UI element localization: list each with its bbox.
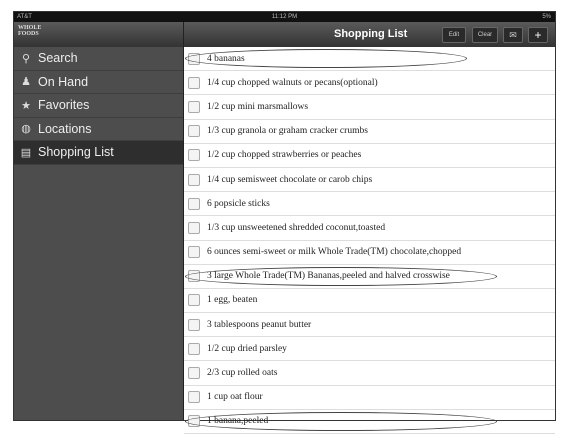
list-item[interactable]: 1/3 cup granola or graham cracker crumbs — [184, 120, 555, 144]
item-text: 1/3 cup granola or graham cracker crumbs — [207, 126, 368, 137]
item-text: 2/3 cup rolled oats — [207, 368, 278, 379]
checkbox[interactable] — [188, 173, 200, 186]
on-hand-icon: ♟ — [21, 76, 31, 89]
item-text: 1/4 cup chopped walnuts or pecans(option… — [207, 77, 378, 88]
sidebar-item-label: Locations — [38, 121, 92, 136]
list-item[interactable]: 1/3 cup unsweetened shredded coconut,toa… — [184, 216, 555, 241]
item-text: 3 tablespoons peanut butter — [207, 319, 312, 330]
main-panel: Shopping List Edit Clear ✉ + 4 bananas 1/… — [184, 22, 555, 434]
checkbox[interactable] — [188, 100, 200, 113]
highlight-circle — [185, 49, 467, 68]
nav-bar: Shopping List Edit Clear ✉ + — [184, 22, 555, 47]
clear-button[interactable]: Clear — [472, 27, 498, 43]
sidebar-header: WHOLE FOODS — [14, 22, 183, 47]
list-item[interactable]: 1/4 cup semisweet chocolate or carob chi… — [184, 168, 555, 193]
item-text: 6 ounces semi-sweet or milk Whole Trade(… — [207, 247, 462, 258]
list-item[interactable]: 1 cup oat flour — [184, 386, 555, 410]
sidebar: WHOLE FOODS ⚲ Search ♟ On Hand ★ Favorites ◍ Lo… — [14, 22, 184, 420]
item-text: 1 cup oat flour — [207, 392, 263, 403]
ipad-screen: AT&T 11:12 PM 5% WHOLE FOODS ⚲ Search ♟ On … — [13, 11, 556, 434]
shopping-list: 4 bananas 1/4 cup chopped walnuts or peca… — [184, 47, 555, 434]
sidebar-item-shopping-list[interactable]: ▤ Shopping List — [14, 141, 183, 165]
list-item[interactable]: 1 banana,peeled — [184, 410, 555, 434]
checkbox[interactable] — [188, 125, 200, 138]
whole-foods-logo: WHOLE FOODS — [18, 25, 42, 37]
search-icon: ⚲ — [21, 52, 31, 65]
globe-icon: ◍ — [21, 123, 31, 136]
list-item[interactable]: 6 ounces semi-sweet or milk Whole Trade(… — [184, 241, 555, 265]
sidebar-item-locations[interactable]: ◍ Locations — [14, 118, 183, 141]
list-icon: ▤ — [20, 146, 32, 159]
edit-button[interactable]: Edit — [442, 27, 466, 43]
email-button[interactable]: ✉ — [503, 27, 523, 43]
status-bar: AT&T 11:12 PM 5% — [14, 12, 555, 22]
list-item[interactable]: 1/4 cup chopped walnuts or pecans(option… — [184, 71, 555, 96]
checkbox[interactable] — [188, 221, 200, 234]
item-text: 1 egg, beaten — [207, 295, 258, 306]
checkbox[interactable] — [188, 391, 200, 404]
clock: 11:12 PM — [271, 14, 298, 20]
list-item[interactable]: 1 egg, beaten — [184, 289, 555, 314]
checkbox[interactable] — [188, 197, 200, 210]
highlight-circle — [185, 266, 497, 286]
item-text: 1/3 cup unsweetened shredded coconut,toa… — [207, 222, 386, 233]
page-title: Shopping List — [334, 28, 408, 40]
item-text: 1/2 cup chopped strawberries or peaches — [207, 150, 362, 161]
sidebar-item-label: Favorites — [38, 98, 90, 113]
item-text: 1/2 cup mini marsmallows — [207, 101, 309, 112]
checkbox[interactable] — [188, 318, 200, 331]
list-item[interactable]: 1/2 cup chopped strawberries or peaches — [184, 144, 555, 168]
star-icon: ★ — [21, 99, 31, 112]
checkbox[interactable] — [188, 294, 200, 307]
list-item[interactable]: 1/2 cup mini marsmallows — [184, 95, 555, 120]
checkbox[interactable] — [188, 149, 200, 162]
list-item[interactable]: 3 tablespoons peanut butter — [184, 313, 555, 338]
list-item[interactable]: 3 large Whole Trade(TM) Bananas,peeled a… — [184, 265, 555, 289]
highlight-circle — [185, 411, 497, 431]
item-text: 1/2 cup dried parsley — [207, 343, 287, 354]
list-item[interactable]: 4 bananas — [184, 47, 555, 72]
checkbox[interactable] — [188, 342, 200, 355]
sidebar-item-label: On Hand — [38, 74, 89, 89]
sidebar-item-on-hand[interactable]: ♟ On Hand — [14, 71, 183, 94]
sidebar-item-label: Shopping List — [38, 145, 114, 160]
checkbox[interactable] — [188, 246, 200, 259]
list-item[interactable]: 6 popsicle sticks — [184, 192, 555, 217]
checkbox[interactable] — [188, 367, 200, 380]
item-text: 6 popsicle sticks — [207, 198, 270, 209]
sidebar-item-search[interactable]: ⚲ Search — [14, 47, 183, 71]
checkbox[interactable] — [188, 76, 200, 89]
sidebar-item-favorites[interactable]: ★ Favorites — [14, 94, 183, 118]
list-item[interactable]: 2/3 cup rolled oats — [184, 361, 555, 386]
add-button[interactable]: + — [528, 27, 548, 43]
sidebar-item-label: Search — [38, 51, 78, 66]
battery: 5% — [542, 14, 551, 20]
list-item[interactable]: 1/2 cup dried parsley — [184, 337, 555, 362]
item-text: 1/4 cup semisweet chocolate or carob chi… — [207, 174, 373, 185]
